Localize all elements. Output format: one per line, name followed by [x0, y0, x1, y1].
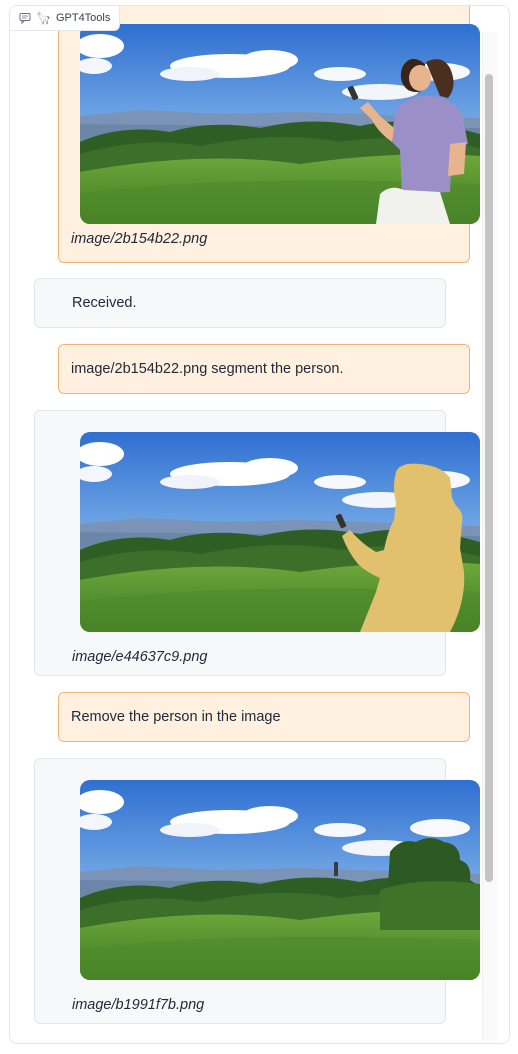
bot-message-image: image/e44637c9.png	[34, 410, 480, 676]
user-message-content: Remove the person in the image	[71, 709, 281, 725]
bot-message-content: Received.	[72, 295, 137, 311]
image-caption: image/e44637c9.png	[72, 649, 208, 665]
chat-image-person-removed[interactable]	[80, 780, 480, 980]
image-caption: image/2b154b22.png	[71, 231, 208, 247]
bot-message-image: image/b1991f7b.png	[34, 758, 480, 1024]
chat-image-segmented[interactable]	[80, 432, 480, 632]
user-message-text: image/2b154b22.png segment the person.	[58, 344, 470, 394]
app-label-text: GPT4Tools	[55, 12, 111, 24]
user-message-image: image/2b154b22.png	[58, 6, 480, 263]
bot-message-text: Received.	[34, 278, 446, 328]
user-message-text: Remove the person in the image	[58, 692, 470, 742]
llama-emoji-icon: 🦙	[36, 11, 51, 25]
user-message-content: image/2b154b22.png segment the person.	[71, 361, 344, 377]
chat-window: 🦙 GPT4Tools image/2b154b22.png Received.	[9, 5, 510, 1044]
scrollbar-thumb[interactable]	[485, 74, 493, 882]
image-caption: image/b1991f7b.png	[72, 997, 205, 1013]
chat-bubble-icon	[19, 13, 31, 24]
app-label: 🦙 GPT4Tools	[10, 6, 121, 31]
chat-image-original[interactable]	[80, 24, 480, 224]
